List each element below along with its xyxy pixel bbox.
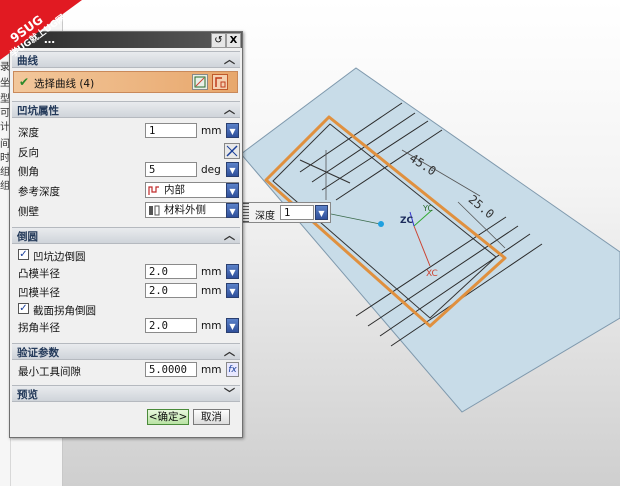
site-logo-watermark: 9SUG 学UG就上UG网 (0, 0, 82, 60)
material-outside-icon (149, 205, 160, 216)
depth-popup-field[interactable]: 1 (280, 205, 314, 220)
side-angle-unit: deg (201, 164, 221, 176)
min-clearance-field[interactable]: 5.0000 (145, 362, 197, 377)
depth-label: 深度 (18, 127, 39, 139)
fillet-edges-checkbox[interactable]: ✓ (18, 249, 29, 260)
punch-radius-field[interactable]: 2.0 (145, 264, 197, 279)
die-radius-label: 凹模半径 (18, 287, 60, 299)
side-wall-dropdown[interactable]: ▼ (226, 203, 239, 218)
fillet-corners-label: 截面拐角倒圆 (33, 305, 96, 317)
chevron-down-icon[interactable]: ﹀ (224, 385, 235, 401)
chevron-up-icon[interactable]: ︿ (224, 101, 235, 117)
chevron-up-icon[interactable]: ︿ (224, 343, 235, 359)
fillet-corners-row: ✓ 截面拐角倒圆 (18, 301, 238, 319)
axis-yc-label: YC (422, 204, 433, 213)
ok-button[interactable]: <确定> (147, 409, 189, 425)
fillet-corners-checkbox[interactable]: ✓ (18, 303, 29, 314)
section-fillet-label: 倒圆 (17, 231, 38, 243)
drag-handle[interactable] (242, 203, 249, 222)
corner-radius-field[interactable]: 2.0 (145, 318, 197, 333)
axis-xc-label: XC (426, 269, 438, 279)
axis-zc-label: ZC (400, 216, 414, 226)
die-radius-unit: mm (201, 285, 222, 297)
corner-radius-dropdown[interactable]: ▼ (226, 318, 239, 333)
select-curve-row[interactable]: ✔ 选择曲线 (4) (13, 71, 238, 93)
reverse-row: 反向 (18, 143, 240, 161)
die-radius-field[interactable]: 2.0 (145, 283, 197, 298)
punch-radius-label: 凸模半径 (18, 268, 60, 280)
side-angle-field[interactable]: 5 (145, 162, 197, 177)
corner-radius-label: 拐角半径 (18, 322, 60, 334)
select-curve-label: 选择曲线 (4) (34, 78, 95, 90)
section-preview-label: 预览 (17, 389, 38, 401)
punch-radius-row: 凸模半径 2.0 mm ▼ (18, 264, 239, 282)
side-wall-select[interactable]: 材料外侧 (145, 202, 239, 218)
min-clearance-unit: mm (201, 364, 222, 376)
reverse-label: 反向 (18, 147, 39, 159)
section-verify-label: 验证参数 (17, 347, 59, 359)
function-icon[interactable]: fx (226, 362, 239, 377)
fillet-edges-row: ✓ 凹坑边倒圆 (18, 247, 238, 265)
section-properties-label: 凹坑属性 (17, 105, 59, 117)
ref-depth-value: 内部 (164, 184, 185, 196)
depth-dropdown[interactable]: ▼ (226, 123, 239, 138)
fillet-edges-label: 凹坑边倒圆 (33, 251, 86, 263)
side-wall-label: 侧壁 (18, 206, 39, 218)
section-verify[interactable]: 验证参数 ︿ (12, 343, 240, 360)
section-properties[interactable]: 凹坑属性 ︿ (12, 101, 240, 118)
side-wall-value: 材料外侧 (164, 204, 206, 216)
depth-handle[interactable] (378, 221, 384, 227)
punch-radius-unit: mm (201, 266, 222, 278)
curve-selection-icon[interactable] (212, 74, 228, 90)
ref-depth-label: 参考深度 (18, 186, 60, 198)
min-clearance-row: 最小工具间隙 5.0000 mm fx (18, 362, 239, 380)
cancel-button[interactable]: 取消 (193, 409, 230, 425)
reverse-direction-icon[interactable] (224, 143, 240, 159)
chevron-up-icon[interactable]: ︿ (224, 51, 235, 67)
die-radius-row: 凹模半径 2.0 mm ▼ (18, 283, 239, 301)
sheet-metal-plate[interactable] (241, 67, 620, 413)
depth-popup-dropdown[interactable]: ▼ (315, 205, 328, 220)
sketch-icon[interactable] (192, 74, 208, 90)
punch-radius-dropdown[interactable]: ▼ (226, 264, 239, 279)
ref-depth-dropdown[interactable]: ▼ (226, 183, 239, 198)
side-angle-dropdown[interactable]: ▼ (226, 162, 239, 177)
depth-field[interactable]: 1 (145, 123, 197, 138)
dimple-dialog: … ↺ X 曲线 ︿ ✔ 选择曲线 (4) 凹坑属性 ︿ 深度 1 mm ▼ 反… (9, 31, 243, 438)
depth-row: 深度 1 mm ▼ (18, 123, 239, 141)
side-wall-row: 侧壁 材料外侧 ▼ (18, 202, 239, 220)
reset-icon[interactable]: ↺ (211, 33, 226, 48)
depth-popup-label: 深度 (255, 211, 275, 222)
side-angle-label: 侧角 (18, 166, 39, 178)
die-radius-dropdown[interactable]: ▼ (226, 283, 239, 298)
min-clearance-label: 最小工具间隙 (18, 366, 81, 378)
side-angle-row: 侧角 5 deg ▼ (18, 162, 239, 180)
depth-onscreen-input[interactable]: 深度 1 ▼ (241, 202, 331, 223)
section-preview[interactable]: 预览 ﹀ (12, 385, 240, 402)
corner-radius-unit: mm (201, 320, 222, 332)
section-fillet[interactable]: 倒圆 ︿ (12, 227, 240, 244)
close-icon[interactable]: X (226, 33, 241, 48)
corner-radius-row: 拐角半径 2.0 mm ▼ (18, 318, 239, 336)
checkmark-icon: ✔ (19, 75, 30, 89)
depth-unit: mm (201, 125, 222, 137)
inside-depth-icon (148, 186, 159, 195)
ref-depth-select[interactable]: 内部 (145, 182, 239, 198)
ref-depth-row: 参考深度 内部 ▼ (18, 182, 239, 200)
graphics-viewport[interactable]: 45.0 25.0 ZC YC XC (241, 0, 620, 486)
chevron-up-icon[interactable]: ︿ (224, 227, 235, 243)
